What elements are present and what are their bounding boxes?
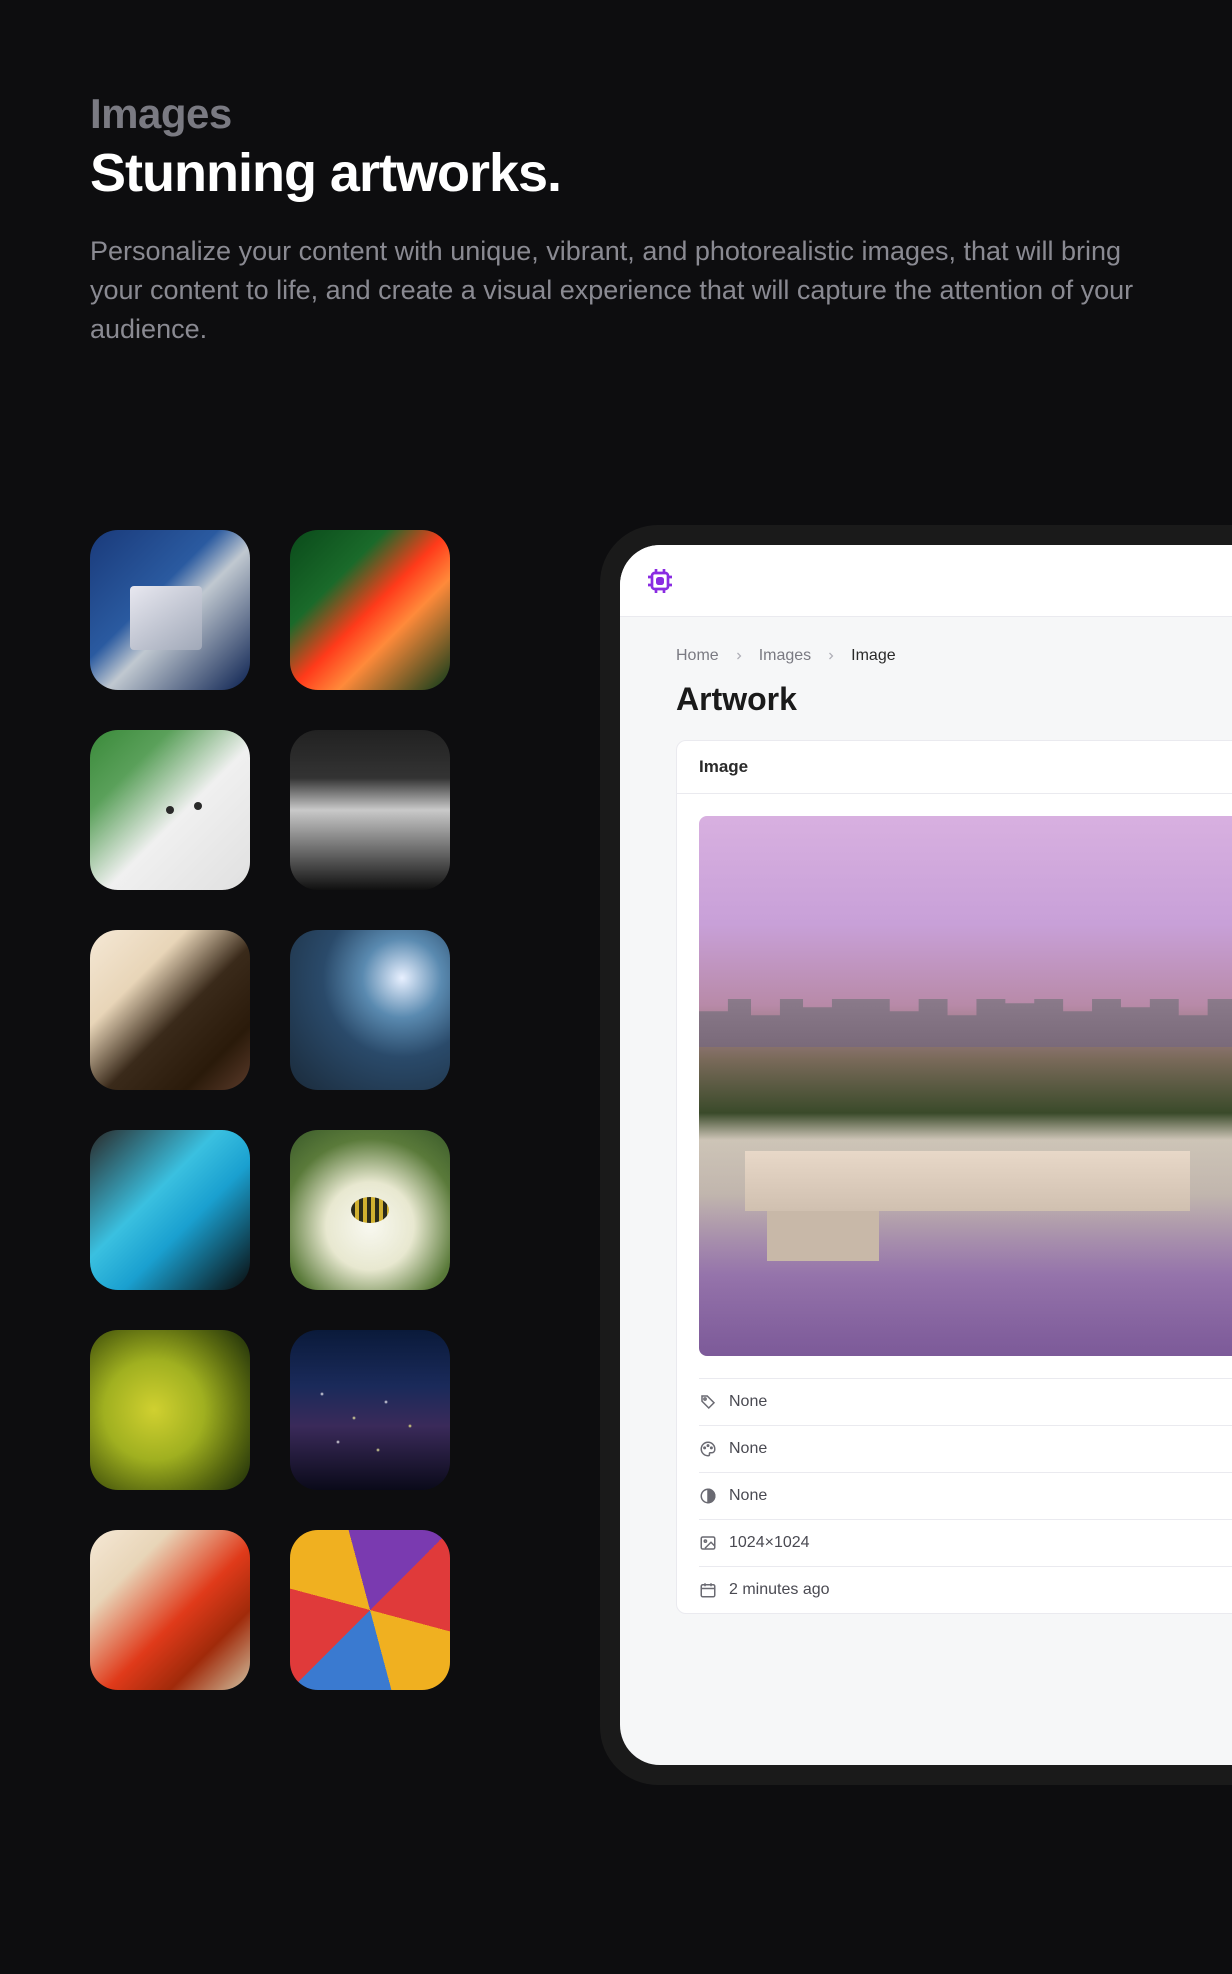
hero-eyebrow: Images — [90, 90, 1142, 138]
thumbnail-motherboard[interactable] — [90, 530, 250, 690]
contrast-icon — [699, 1487, 717, 1505]
card-header: Image — [677, 741, 1232, 794]
breadcrumb: Home Images Image — [676, 647, 1232, 665]
thumbnail-maple-leaf[interactable] — [90, 1530, 250, 1690]
image-icon — [699, 1534, 717, 1552]
breadcrumb-current: Image — [851, 647, 895, 665]
chevron-right-icon — [825, 650, 837, 662]
thumbnail-chocolate-cake[interactable] — [90, 930, 250, 1090]
thumbnail-portrait-bw[interactable] — [290, 730, 450, 890]
meta-style-value: None — [729, 1440, 767, 1458]
meta-row-medium: None — [699, 1472, 1232, 1519]
thumbnail-grid — [90, 530, 450, 1690]
breadcrumb-home[interactable]: Home — [676, 647, 719, 665]
palette-icon — [699, 1440, 717, 1458]
thumbnail-city-night[interactable] — [290, 1330, 450, 1490]
page-title: Artwork — [676, 681, 1232, 718]
artwork-preview-image[interactable] — [699, 816, 1232, 1356]
thumbnail-red-flower[interactable] — [290, 530, 450, 690]
meta-row-resolution: 1024×1024 — [699, 1519, 1232, 1566]
thumbnail-white-cat[interactable] — [90, 730, 250, 890]
meta-list: None None None 1024×1024 — [699, 1378, 1232, 1613]
thumbnail-mountain-moon[interactable] — [290, 930, 450, 1090]
meta-medium-value: None — [729, 1487, 767, 1505]
hero-subcopy: Personalize your content with unique, vi… — [90, 232, 1142, 349]
breadcrumb-images[interactable]: Images — [759, 647, 811, 665]
app-logo-icon[interactable] — [644, 565, 676, 597]
app-topbar — [620, 545, 1232, 617]
tablet-mockup: Home Images Image Artwork Image — [600, 525, 1232, 1785]
artwork-card: Image None None — [676, 740, 1232, 1614]
thumbnail-green-olives[interactable] — [90, 1330, 250, 1490]
meta-name-value: None — [729, 1393, 767, 1411]
meta-row-created: 2 minutes ago — [699, 1566, 1232, 1613]
tablet-screen: Home Images Image Artwork Image — [620, 545, 1232, 1765]
thumbnail-blue-car[interactable] — [90, 1130, 250, 1290]
thumbnail-umbrellas[interactable] — [290, 1530, 450, 1690]
meta-row-name: None — [699, 1378, 1232, 1425]
chevron-right-icon — [733, 650, 745, 662]
thumbnail-bee-flower[interactable] — [290, 1130, 450, 1290]
meta-created-value: 2 minutes ago — [729, 1581, 830, 1599]
tag-icon — [699, 1393, 717, 1411]
hero-headline: Stunning artworks. — [90, 142, 1142, 204]
meta-row-style: None — [699, 1425, 1232, 1472]
calendar-icon — [699, 1581, 717, 1599]
meta-resolution-value: 1024×1024 — [729, 1534, 810, 1552]
